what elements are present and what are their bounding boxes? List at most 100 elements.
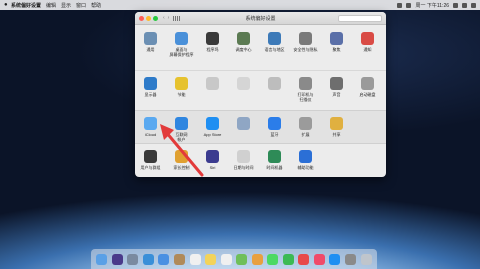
menu-app-name[interactable]: 系统偏好设置 — [11, 2, 41, 9]
notification-center-icon[interactable] — [471, 2, 476, 8]
system-preferences-dock-icon[interactable] — [345, 253, 357, 265]
pref-pane-label: 节能 — [177, 92, 186, 97]
pref-pane-mouse[interactable] — [228, 71, 259, 110]
safari-icon[interactable] — [142, 253, 154, 265]
forward-icon[interactable]: › — [168, 15, 170, 21]
pref-pane-bluetooth[interactable]: 蓝牙 — [259, 111, 290, 143]
pref-pane-general[interactable]: 通用 — [135, 26, 166, 70]
displays-icon — [144, 77, 157, 90]
messages-icon[interactable] — [267, 253, 279, 265]
zoom-button[interactable] — [153, 15, 158, 21]
close-button[interactable] — [139, 15, 144, 21]
keyboard-icon — [206, 77, 219, 90]
apple-menu-icon[interactable]: ● — [4, 2, 11, 8]
pref-pane-spotlight[interactable]: 聚焦 — [321, 26, 352, 70]
accessibility-icon — [299, 150, 312, 163]
calendar-icon[interactable] — [189, 253, 201, 265]
launchpad-icon[interactable] — [127, 253, 139, 265]
network-icon — [237, 117, 250, 130]
notes-icon[interactable] — [205, 253, 217, 265]
bluetooth-icon — [268, 117, 281, 130]
pref-pane-dock[interactable]: 程序坞 — [197, 26, 228, 70]
mission-control-icon — [237, 32, 250, 45]
desktop-icon — [175, 32, 188, 45]
app-store-dock-icon[interactable] — [329, 253, 341, 265]
pref-pane-desktop[interactable]: 桌面与 屏幕保护程序 — [166, 26, 197, 70]
pref-pane-label: 时间机器 — [266, 165, 283, 170]
menu-item-view[interactable]: 显示 — [61, 2, 71, 9]
preferences-row-hardware: 显示器 节能 打印机与 扫描仪 声音 启动磁盘 — [135, 70, 386, 110]
pref-pane-mission-control[interactable]: 调度中心 — [228, 26, 259, 70]
trash-icon[interactable] — [360, 253, 372, 265]
menu-clock[interactable]: 周一 下午11:26 — [415, 2, 449, 9]
pref-pane-label: 蓝牙 — [270, 132, 279, 137]
pref-pane-label: 打印机与 扫描仪 — [297, 92, 314, 102]
pref-pane-printer[interactable]: 打印机与 扫描仪 — [290, 71, 321, 110]
menu-item-help[interactable]: 帮助 — [91, 2, 101, 9]
trackpad-icon — [268, 77, 281, 90]
pref-pane-network[interactable] — [228, 111, 259, 143]
back-icon[interactable]: ‹ — [163, 15, 165, 21]
pref-pane-startup-disk[interactable]: 启动磁盘 — [352, 71, 383, 110]
pref-pane-keyboard[interactable] — [197, 71, 228, 110]
finder-icon[interactable] — [96, 253, 108, 265]
pref-pane-label: 安全性与隐私 — [293, 47, 318, 52]
pref-pane-security[interactable]: 安全性与隐私 — [290, 26, 321, 70]
time-machine-icon — [268, 150, 281, 163]
spotlight-menu-icon[interactable] — [453, 2, 458, 8]
spotlight-icon — [330, 32, 343, 45]
energy-icon — [175, 77, 188, 90]
pref-pane-label: 调度中心 — [235, 47, 252, 52]
extensions-icon — [299, 117, 312, 130]
sharing-icon — [330, 117, 343, 130]
pref-pane-language[interactable]: 语言与地区 — [259, 26, 290, 70]
pref-pane-energy[interactable]: 节能 — [166, 71, 197, 110]
pref-pane-sound[interactable]: 声音 — [321, 71, 352, 110]
dock-icon — [206, 32, 219, 45]
pref-pane-label: Siri — [209, 165, 216, 170]
wifi-icon[interactable] — [397, 2, 403, 8]
pref-pane-extensions[interactable]: 扩展 — [290, 111, 321, 143]
photos-icon[interactable] — [251, 253, 263, 265]
pref-pane-trackpad[interactable] — [259, 71, 290, 110]
pref-pane-date-time[interactable]: 日期与时间 — [228, 144, 259, 177]
pref-pane-notifications[interactable]: 通知 — [352, 26, 383, 70]
minimize-button[interactable] — [146, 15, 151, 21]
news-icon[interactable] — [298, 253, 310, 265]
pref-pane-label: 扩展 — [301, 132, 310, 137]
pref-pane-accessibility[interactable]: 辅助功能 — [290, 144, 321, 177]
pref-pane-label: 通知 — [363, 47, 372, 52]
mouse-icon — [237, 77, 250, 90]
startup-disk-icon — [361, 77, 374, 90]
pref-pane-label: 启动磁盘 — [359, 92, 376, 97]
music-icon[interactable] — [313, 253, 325, 265]
menu-bar: ● 系统偏好设置 编辑 显示 窗口 帮助 周一 下午11:26 — [0, 0, 480, 10]
pref-pane-sharing[interactable]: 共享 — [321, 111, 352, 143]
battery-icon[interactable] — [406, 2, 412, 8]
contacts-icon[interactable] — [174, 253, 185, 265]
pref-pane-time-machine[interactable]: 时间机器 — [259, 144, 290, 177]
pref-pane-label: 程序坞 — [206, 47, 219, 52]
pref-pane-label: 日期与时间 — [233, 165, 254, 170]
pref-pane-label: 聚焦 — [332, 47, 341, 52]
pref-pane-label: 桌面与 屏幕保护程序 — [169, 47, 194, 57]
printer-icon — [299, 77, 312, 90]
siri-menu-icon[interactable] — [462, 2, 467, 8]
facetime-icon[interactable] — [282, 253, 294, 265]
pref-pane-label: 通用 — [146, 47, 155, 52]
menu-item-edit[interactable]: 编辑 — [46, 2, 56, 9]
siri-dock-icon[interactable] — [111, 253, 123, 265]
annotation-arrow — [160, 124, 204, 177]
show-all-icon[interactable] — [173, 15, 181, 21]
general-icon — [144, 32, 157, 45]
menu-item-window[interactable]: 窗口 — [76, 2, 86, 9]
search-input[interactable] — [338, 14, 382, 22]
sound-icon — [330, 77, 343, 90]
preferences-row-personal: 通用 桌面与 屏幕保护程序 程序坞 调度中心 语言与地区 安全性与隐私 聚焦 通知 — [135, 26, 386, 70]
pref-pane-displays[interactable]: 显示器 — [135, 71, 166, 110]
mail-icon[interactable] — [158, 253, 170, 265]
window-titlebar[interactable]: ‹ › 系统偏好设置 — [135, 12, 386, 25]
pref-pane-label: 语言与地区 — [264, 47, 285, 52]
maps-icon[interactable] — [236, 253, 248, 265]
reminders-icon[interactable] — [220, 253, 232, 265]
